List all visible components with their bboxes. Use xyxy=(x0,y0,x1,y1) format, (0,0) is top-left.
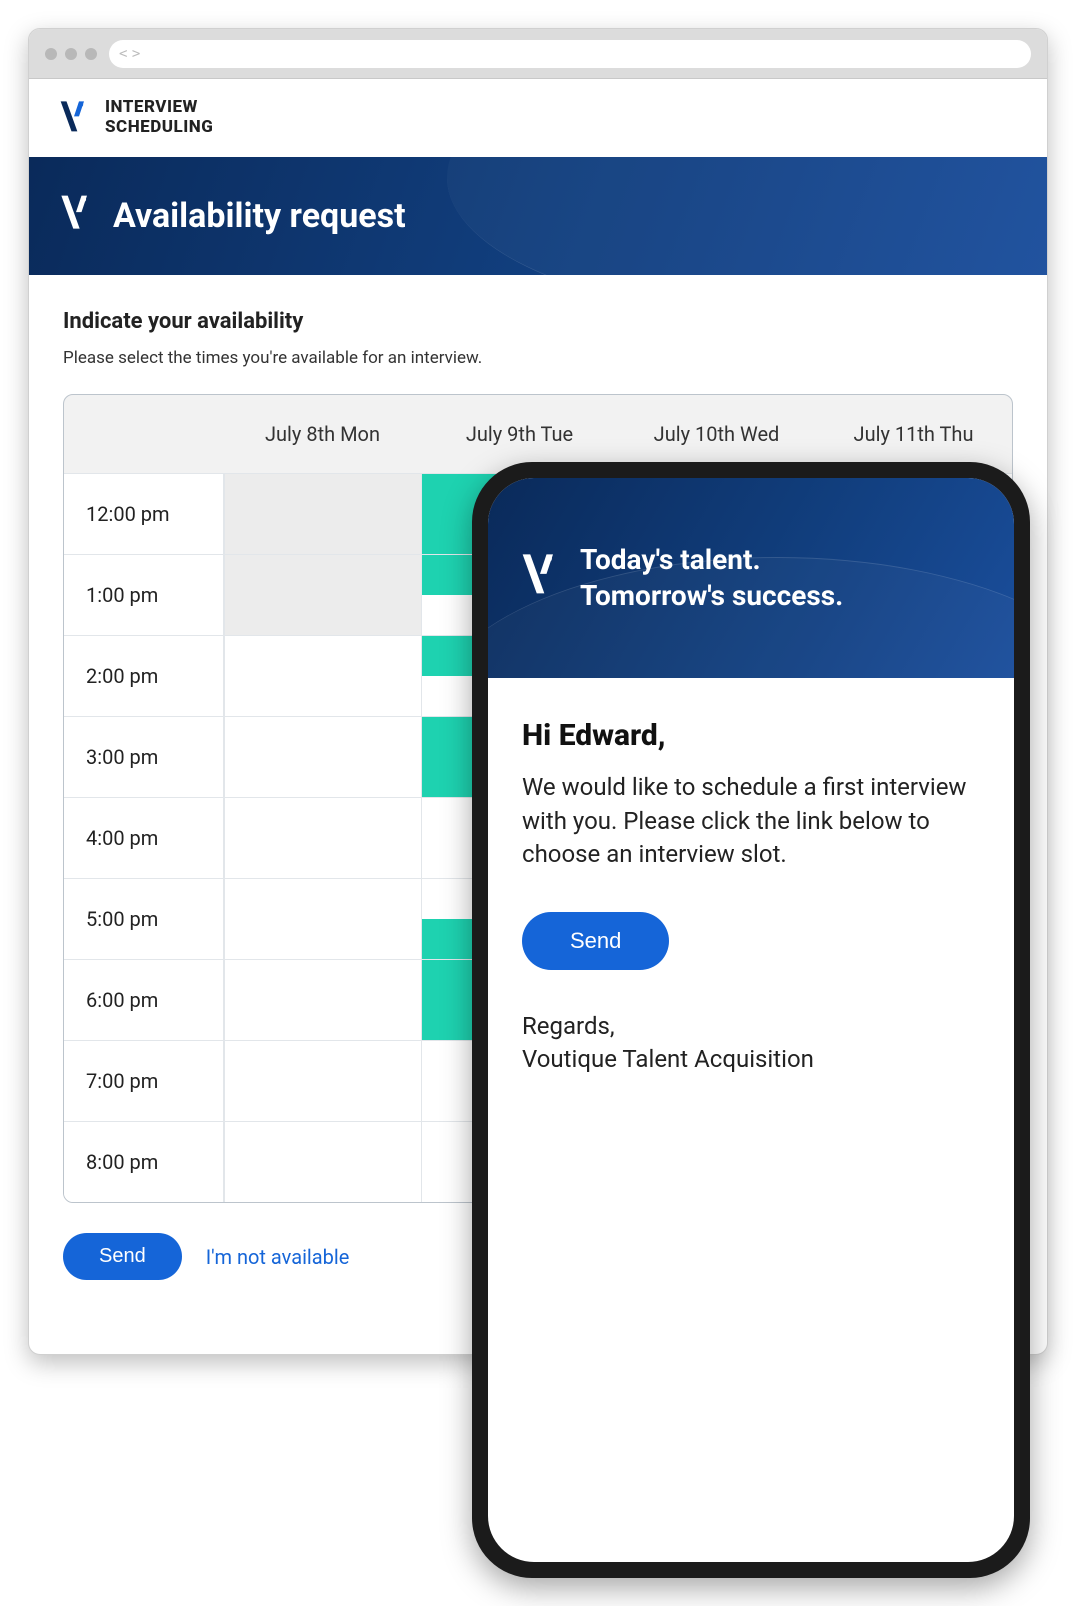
url-bar[interactable]: < > xyxy=(109,40,1031,68)
calendar-cell[interactable] xyxy=(224,879,421,959)
time-label: 12:00 pm xyxy=(64,474,224,554)
email-greeting: Hi Edward, xyxy=(522,718,980,753)
time-label: 7:00 pm xyxy=(64,1041,224,1121)
time-label: 5:00 pm xyxy=(64,879,224,959)
calendar-day-header: July 10th Wed xyxy=(618,422,815,446)
calendar-day-header: July 11th Thu xyxy=(815,422,1012,446)
phone-mock: Today's talent. Tomorrow's success. Hi E… xyxy=(472,462,1030,1578)
tagline-line2: Tomorrow's success. xyxy=(580,578,843,614)
calendar-day-header: July 9th Tue xyxy=(421,422,618,446)
calendar-cell[interactable] xyxy=(224,960,421,1040)
time-label: 8:00 pm xyxy=(64,1122,224,1202)
email-body: We would like to schedule a first interv… xyxy=(522,771,980,872)
not-available-link[interactable]: I'm not available xyxy=(206,1245,350,1269)
traffic-lights xyxy=(45,48,97,60)
traffic-light-close[interactable] xyxy=(45,48,57,60)
time-label: 1:00 pm xyxy=(64,555,224,635)
brand-logo-icon xyxy=(57,192,95,240)
email-signature: Regards, Voutique Talent Acquisition xyxy=(522,1010,980,1077)
banner-title: Availability request xyxy=(113,196,406,236)
nav-arrows-icon: < > xyxy=(119,46,138,62)
app-header: INTERVIEW SCHEDULING xyxy=(29,79,1047,157)
phone-banner: Today's talent. Tomorrow's success. xyxy=(488,478,1014,678)
traffic-light-minimize[interactable] xyxy=(65,48,77,60)
calendar-cell[interactable] xyxy=(224,717,421,797)
time-label: 2:00 pm xyxy=(64,636,224,716)
app-title-line2: SCHEDULING xyxy=(105,118,213,138)
time-label: 6:00 pm xyxy=(64,960,224,1040)
page-banner: Availability request xyxy=(29,157,1047,275)
traffic-light-zoom[interactable] xyxy=(85,48,97,60)
time-label: 4:00 pm xyxy=(64,798,224,878)
phone-screen: Today's talent. Tomorrow's success. Hi E… xyxy=(488,478,1014,1562)
app-title: INTERVIEW SCHEDULING xyxy=(105,98,213,137)
email-sender: Voutique Talent Acquisition xyxy=(522,1043,980,1077)
section-subheading: Please select the times you're available… xyxy=(63,348,1013,368)
calendar-cell[interactable] xyxy=(224,636,421,716)
email-closing: Regards, xyxy=(522,1010,980,1044)
time-label: 3:00 pm xyxy=(64,717,224,797)
brand-logo-icon xyxy=(518,550,562,606)
calendar-cell[interactable] xyxy=(224,1122,421,1202)
app-title-line1: INTERVIEW xyxy=(105,98,213,118)
phone-tagline: Today's talent. Tomorrow's success. xyxy=(580,542,843,615)
calendar-cell[interactable] xyxy=(224,474,421,554)
calendar-cell[interactable] xyxy=(224,1041,421,1121)
brand-logo-icon xyxy=(57,98,91,138)
send-button[interactable]: Send xyxy=(63,1233,182,1280)
phone-send-button[interactable]: Send xyxy=(522,912,669,970)
phone-content: Hi Edward, We would like to schedule a f… xyxy=(488,678,1014,1117)
browser-chrome: < > xyxy=(29,29,1047,79)
calendar-day-header: July 8th Mon xyxy=(224,422,421,446)
section-heading: Indicate your availability xyxy=(63,309,1013,334)
calendar-cell[interactable] xyxy=(224,798,421,878)
tagline-line1: Today's talent. xyxy=(580,542,843,578)
calendar-cell[interactable] xyxy=(224,555,421,635)
